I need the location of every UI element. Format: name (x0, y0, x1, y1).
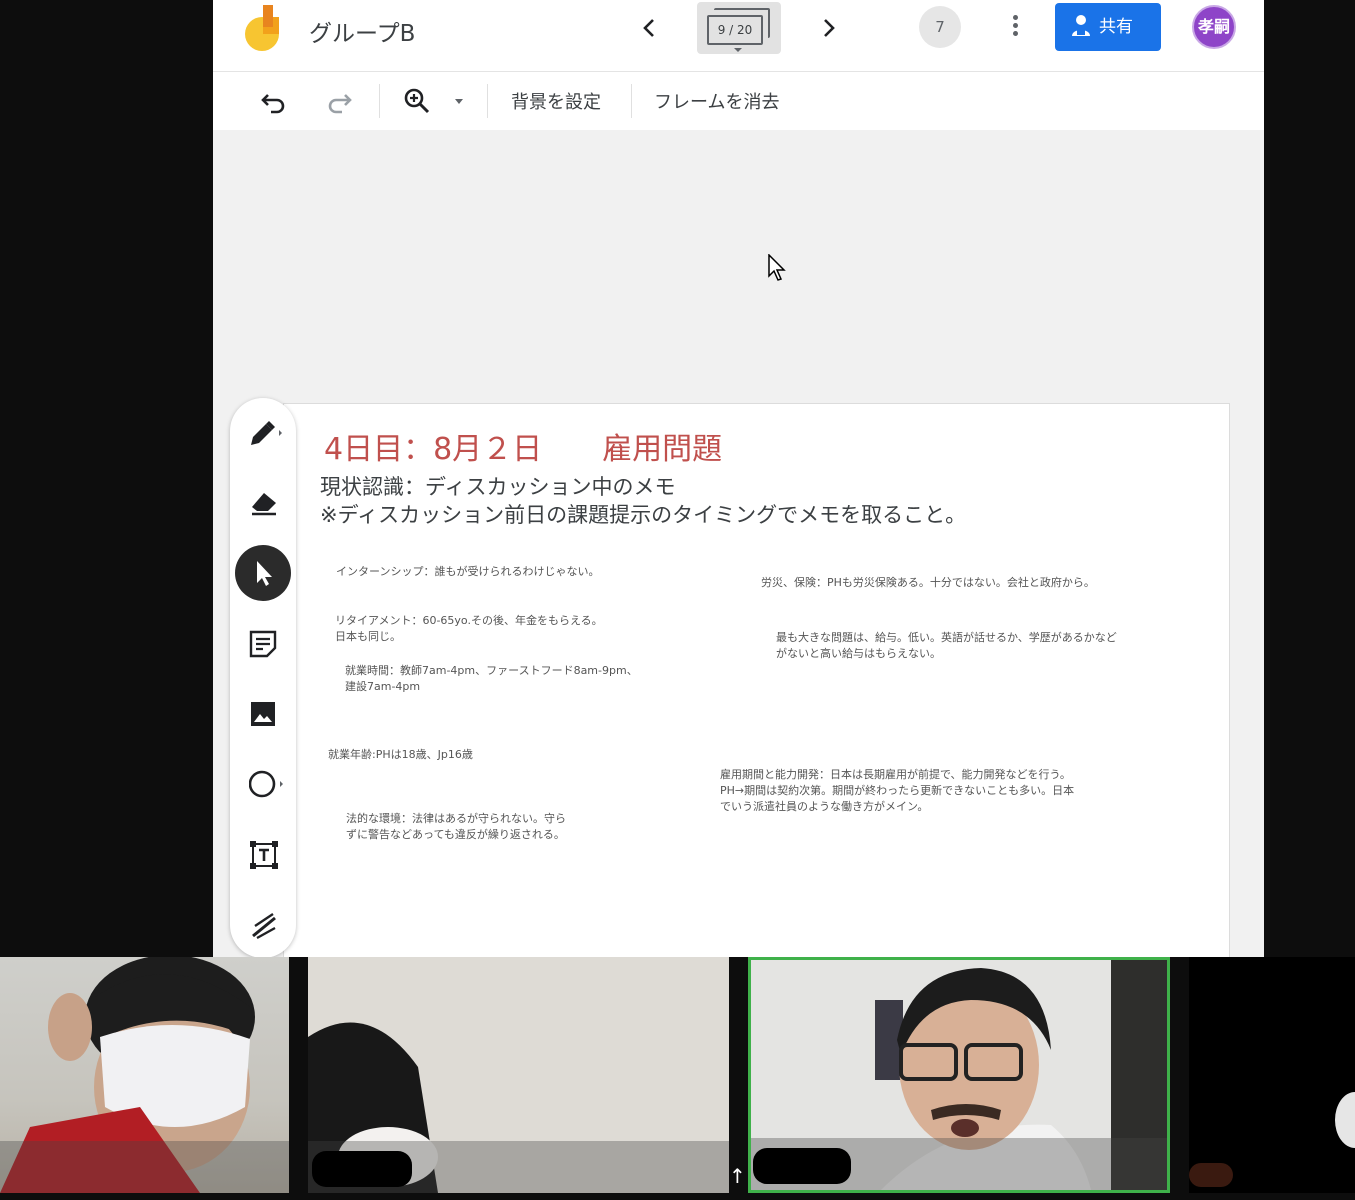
select-arrow-icon (257, 561, 272, 586)
slide-subtitle: 現状認識：ディスカッション中のメモ ※ディスカッション前日の課題提示のタイミング… (320, 473, 966, 529)
next-frame-button[interactable] (813, 12, 845, 44)
caret-down-icon (734, 48, 742, 52)
laser-pointer-icon (252, 913, 276, 940)
zoom-dropdown-icon[interactable] (451, 86, 467, 116)
edit-toolbar: 背景を設定 フレームを消去 (213, 72, 1264, 130)
share-button[interactable]: 共有 (1055, 3, 1161, 51)
image-icon (251, 702, 275, 726)
redacted-name (312, 1151, 412, 1187)
redo-icon[interactable] (324, 86, 354, 116)
text-box-tool[interactable] (235, 826, 291, 882)
subtitle-line-1: 現状認識：ディスカッション中のメモ (320, 475, 676, 499)
redacted-name (753, 1148, 851, 1184)
eraser-icon (252, 493, 276, 516)
jamboard-app: グループB 9 / 20 7 共有 孝嗣 背景を設定 フレームを消去 4日目：8… (213, 0, 1264, 957)
whiteboard-canvas[interactable]: 4日目：8月２日 雇用問題 現状認識：ディスカッション中のメモ ※ディスカッショ… (283, 403, 1230, 957)
note-legal-environment[interactable]: 法的な環境：法律はあるが守られない。守ら ずに警告などあっても違反が繰り返される… (346, 811, 566, 843)
note-insurance[interactable]: 労災、保険：PHも労災保険ある。十分ではない。会社と政府から。 (761, 575, 1095, 591)
collaborator-count-badge[interactable]: 7 (919, 6, 961, 48)
pen-icon (251, 421, 282, 445)
user-avatar[interactable]: 孝嗣 (1192, 5, 1236, 49)
redacted-name (1189, 1163, 1233, 1187)
more-options-icon[interactable] (1009, 12, 1021, 42)
subtitle-line-2: ※ディスカッション前日の課題提示のタイミングでメモを取ること。 (320, 503, 967, 527)
participant-name-bar (0, 1141, 289, 1193)
shape-tool[interactable] (235, 756, 291, 812)
sticky-note-icon (249, 630, 277, 658)
share-label: 共有 (1099, 17, 1133, 37)
note-biggest-problem[interactable]: 最も大きな問題は、給与。低い。英語が話せるか、学歴があるかなど がないと高い給与… (776, 630, 1117, 662)
board-title[interactable]: グループB (309, 14, 415, 48)
undo-icon[interactable] (259, 86, 289, 116)
note-working-hours[interactable]: 就業時間：教師7am-4pm、ファーストフード8am-9pm、 建設7am-4p… (345, 663, 638, 695)
participant-video-tile[interactable] (308, 957, 729, 1193)
text-box-icon (250, 841, 278, 869)
tool-palette (230, 398, 296, 957)
mouse-cursor-icon (768, 254, 786, 281)
participant-video-tile[interactable] (1189, 957, 1355, 1193)
chevron-right-icon (824, 19, 835, 37)
slide-title: 4日目：8月２日 雇用問題 (324, 432, 723, 467)
active-speaker-video-tile[interactable] (748, 957, 1170, 1193)
clear-frame-button[interactable]: フレームを消去 (654, 88, 779, 114)
participant-video-tile[interactable] (0, 957, 289, 1193)
jamboard-logo[interactable] (245, 5, 285, 53)
select-tool[interactable] (235, 545, 291, 601)
set-background-button[interactable]: 背景を設定 (511, 88, 601, 114)
arrow-up-icon[interactable]: ↑ (729, 1164, 746, 1188)
laser-tool[interactable] (235, 896, 291, 952)
sticky-note-tool[interactable] (235, 616, 291, 672)
frame-bar-toggle[interactable]: 9 / 20 (697, 2, 781, 54)
note-internship[interactable]: インターンシップ：誰もが受けられるわけじゃない。 (336, 564, 599, 580)
eraser-tool[interactable] (235, 475, 291, 531)
note-working-age[interactable]: 就業年齢:PHは18歳、Jp16歳 (328, 747, 473, 763)
circle-shape-icon (249, 770, 283, 798)
zoom-icon[interactable] (402, 86, 432, 116)
note-employment-period[interactable]: 雇用期間と能力開発：日本は長期雇用が前提で、能力開発などを行う。 PH→期間は契… (720, 767, 1074, 815)
image-tool[interactable] (235, 686, 291, 742)
previous-frame-button[interactable] (633, 12, 665, 44)
video-call-strip (0, 957, 1355, 1200)
frame-counter: 9 / 20 (707, 15, 763, 45)
top-bar: グループB 9 / 20 7 共有 孝嗣 (213, 0, 1264, 72)
chevron-left-icon (643, 19, 654, 37)
person-add-icon (1072, 15, 1090, 36)
pen-tool[interactable] (235, 405, 291, 461)
note-retirement[interactable]: リタイアメント：60-65yo.その後、年金をもらえる。 日本も同じ。 (335, 613, 603, 645)
